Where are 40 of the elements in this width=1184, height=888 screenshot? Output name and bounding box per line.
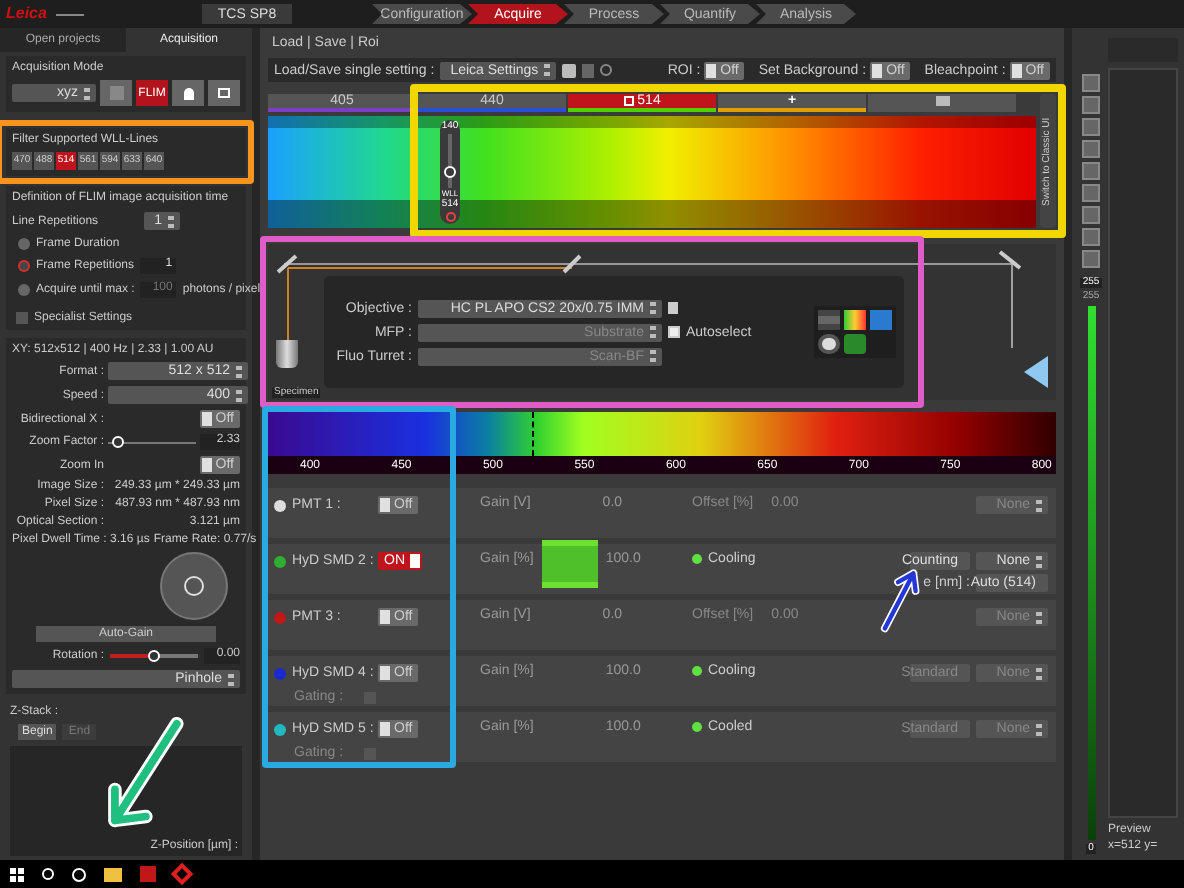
spinner-icon [84,87,90,99]
panel-icon [935,96,949,106]
undo-icon[interactable] [600,64,613,76]
slider-thumb[interactable] [444,165,456,178]
checkbox[interactable] [16,312,28,324]
save-icon[interactable] [562,63,577,77]
arrow-annotation [876,568,920,636]
check-icon[interactable] [844,334,866,354]
checkbox[interactable] [363,747,376,759]
app-icon[interactable] [170,862,194,886]
windows-icon[interactable] [10,867,24,881]
spinner-icon [1036,555,1042,567]
spinner-icon [1036,499,1042,511]
logo: Leica [4,2,49,26]
spinner-icon [1036,723,1042,735]
mode-button[interactable] [208,80,240,106]
radio-button[interactable] [18,238,30,250]
navigation-dial[interactable] [160,552,228,620]
slider-thumb[interactable] [112,435,125,447]
spinner-icon [168,215,174,227]
slider-thumb[interactable] [148,650,160,662]
radio-button[interactable] [18,260,30,272]
delete-icon[interactable] [582,63,595,77]
radio-button[interactable] [18,284,30,296]
task-view-icon[interactable] [72,867,86,881]
checkbox[interactable] [668,326,680,338]
spinner-icon [544,64,551,76]
wheel-icon[interactable] [818,334,840,354]
spinner-icon [1036,611,1042,623]
checkbox[interactable] [363,691,376,703]
checkbox-icon[interactable] [623,96,634,106]
emission-band [541,540,598,588]
power-icon[interactable] [445,212,455,222]
spinner-icon [1036,667,1042,679]
laser-tab[interactable] [868,94,1016,112]
spinner-icon [228,673,234,685]
mode-button[interactable] [172,80,204,106]
prism-icon [1024,356,1048,388]
objective-icon [276,340,298,368]
folder-icon[interactable] [104,867,122,881]
